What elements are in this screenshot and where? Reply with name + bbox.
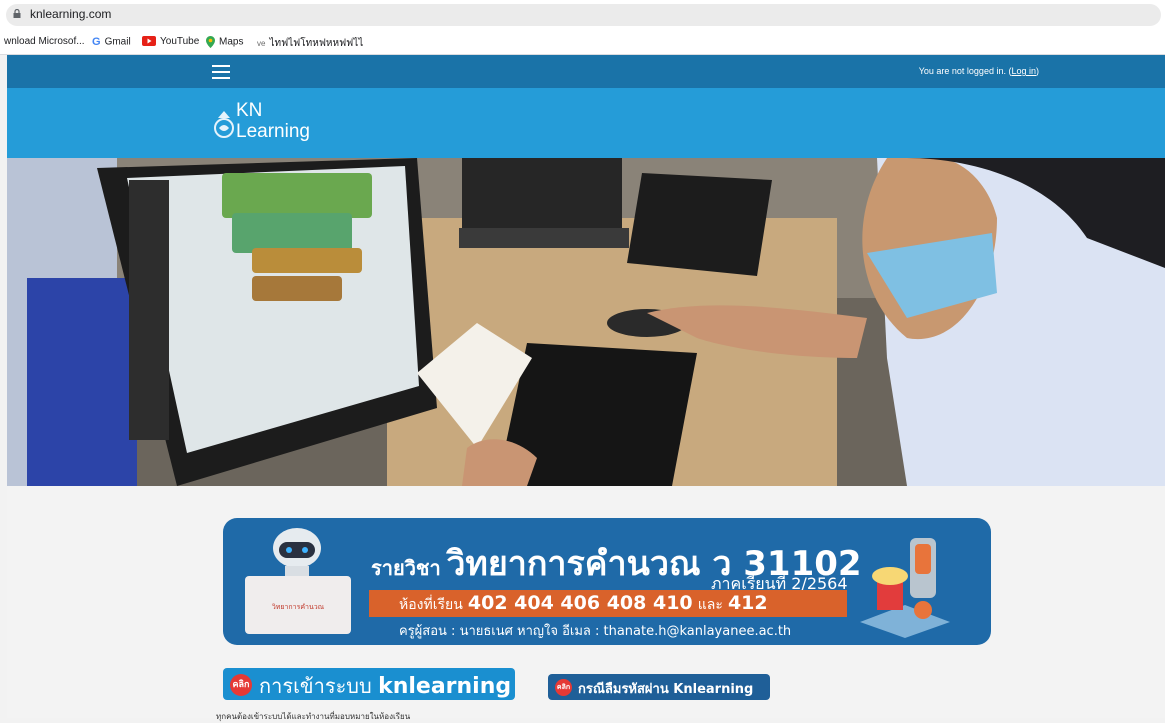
login-button-brand: knlearning — [378, 674, 512, 699]
robot-sign-text: วิทยาการคำนวณ — [271, 603, 325, 611]
forgot-password-button[interactable]: คลิก กรณีลืมรหัสผ่าน Knlearning — [548, 674, 770, 700]
hero-image — [7, 158, 1165, 486]
course-banner: วิทยาการคำนวณ รายวิชา วิทยาการคำนวณ ว 31… — [223, 518, 991, 645]
bookmark-site-icon: ve — [257, 38, 266, 48]
forgot-password-brand: Knlearning — [673, 682, 754, 697]
rooms-label: ห้องที่เรียน — [399, 597, 463, 613]
login-status-text: You are not logged in. ( — [918, 66, 1012, 76]
kn-logo-icon — [214, 111, 234, 138]
bookmark-label: Gmail — [104, 36, 131, 48]
rooms-last: 412 — [727, 592, 768, 614]
login-button-text: การเข้าระบบ — [259, 674, 372, 698]
login-status-close: ) — [1036, 66, 1039, 76]
bookmark-maps[interactable]: Maps — [206, 36, 243, 48]
bookmarks-bar: wnload Microsof... G Gmail YouTube Maps v… — [0, 30, 1165, 55]
google-icon: G — [92, 36, 101, 48]
main-content: วิทยาการคำนวณ รายวิชา วิทยาการคำนวณ ว 31… — [7, 486, 1165, 721]
site-logo[interactable]: KN Learning — [212, 98, 362, 153]
bookmark-label: wnload Microsof... — [4, 36, 85, 47]
bookmark-youtube[interactable]: YouTube — [142, 36, 199, 47]
browser-address-bar: knlearning.com — [0, 0, 1165, 30]
instruction-note: ทุกคนต้องเข้าระบบได้และทำงานที่มอบหมายใน… — [216, 712, 411, 721]
login-link[interactable]: Log in — [1011, 66, 1036, 76]
bookmark-label: Maps — [219, 36, 244, 48]
bookmark-label: YouTube — [160, 36, 200, 47]
youtube-icon — [142, 36, 156, 47]
url-field[interactable] — [6, 4, 1161, 26]
login-click-badge: คลิก — [230, 674, 252, 696]
hamburger-menu-icon[interactable] — [212, 65, 230, 79]
robot-sign-card: วิทยาการคำนวณ — [245, 576, 351, 634]
bookmark-download-microsoft[interactable]: wnload Microsof... — [4, 36, 85, 47]
logo-line-2: Learning — [236, 121, 310, 142]
forgot-password-text: กรณีลืมรหัสผ่าน — [578, 682, 669, 697]
hero-illustration — [7, 158, 1165, 486]
logo-line-1: KN — [236, 100, 263, 121]
login-button[interactable]: คลิก การเข้าระบบ knlearning — [223, 668, 515, 700]
logo-text: KN Learning — [236, 100, 310, 142]
rooms-and: และ — [697, 597, 723, 613]
bookmark-gmail[interactable]: G Gmail — [92, 36, 131, 48]
login-status: You are not logged in. (Log in) — [919, 66, 1039, 76]
site-header: KN Learning — [7, 88, 1165, 158]
lock-icon — [13, 9, 21, 18]
url-text[interactable]: knlearning.com — [30, 7, 111, 21]
forgot-click-badge: คลิก — [555, 679, 572, 696]
vacuum-robot-icon — [860, 538, 950, 638]
bookmark-thai[interactable]: ve ไทฟไฟโทหฟหหฟฟไไ — [257, 36, 363, 51]
maps-pin-icon — [206, 36, 215, 48]
bookmark-label: ไทฟไฟโทหฟหหฟฟไไ — [269, 38, 364, 49]
login-button-label: การเข้าระบบ knlearning — [259, 670, 511, 702]
site-navbar: You are not logged in. (Log in) — [7, 55, 1165, 88]
course-teacher: ครูผู้สอน : นายธเนศ หาญใจ อีเมล : thanat… — [399, 624, 792, 639]
rooms-list: 402 404 406 408 410 — [467, 592, 693, 614]
course-rooms: ห้องที่เรียน 402 404 406 408 410 และ 412 — [399, 592, 768, 616]
course-title-prefix: รายวิชา — [371, 556, 441, 580]
forgot-password-label: กรณีลืมรหัสผ่าน Knlearning — [578, 678, 753, 699]
